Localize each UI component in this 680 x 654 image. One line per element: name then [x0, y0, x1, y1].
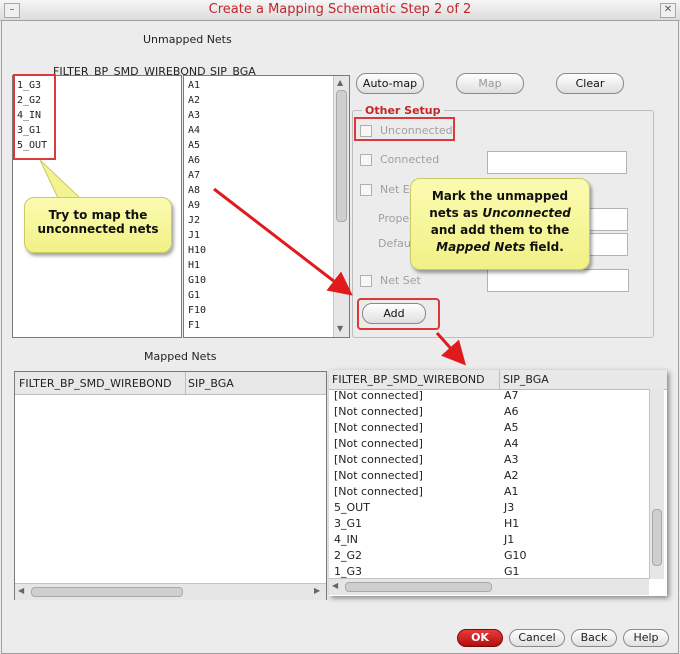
- arrow-to-mapped-list: [435, 332, 466, 366]
- column-header[interactable]: SIP_BGA: [188, 377, 234, 390]
- callout-text: field.: [525, 240, 564, 254]
- mapped-list-zoomed[interactable]: FILTER_BP_SMD_WIREBOND SIP_BGA [Not conn…: [329, 370, 667, 596]
- scroll-thumb[interactable]: [31, 587, 183, 597]
- table-cell[interactable]: [Not connected]: [334, 484, 423, 500]
- table-cell[interactable]: A6: [504, 404, 519, 420]
- table-cell[interactable]: [Not connected]: [334, 420, 423, 436]
- table-cell[interactable]: [Not connected]: [334, 436, 423, 452]
- table-cell[interactable]: A2: [504, 468, 519, 484]
- table-cell[interactable]: A3: [504, 452, 519, 468]
- left-callout-tail: [39, 159, 82, 199]
- callout-text: and add them to the: [430, 223, 570, 237]
- cancel-button[interactable]: Cancel: [509, 629, 565, 647]
- mapped-zoom-vertical-scrollbar[interactable]: [649, 389, 664, 579]
- table-cell[interactable]: [Not connected]: [334, 452, 423, 468]
- table-cell[interactable]: 2_G2: [334, 548, 362, 564]
- table-cell[interactable]: J1: [504, 532, 514, 548]
- scroll-left-icon[interactable]: ◀: [332, 581, 338, 590]
- mapped-list-empty[interactable]: FILTER_BP_SMD_WIREBOND SIP_BGA ◀ ▶: [14, 371, 327, 600]
- arrow-to-add-button: [213, 187, 353, 296]
- back-button[interactable]: Back: [571, 629, 617, 647]
- callout-emphasis: Mapped Nets: [436, 240, 526, 254]
- table-cell[interactable]: [Not connected]: [334, 468, 423, 484]
- mapped-list-header: FILTER_BP_SMD_WIREBOND SIP_BGA: [15, 372, 326, 395]
- table-cell[interactable]: 3_G1: [334, 516, 362, 532]
- column-header[interactable]: FILTER_BP_SMD_WIREBOND: [19, 377, 172, 390]
- column-divider: [499, 370, 500, 389]
- mapped-zoom-horizontal-scrollbar[interactable]: ◀: [329, 578, 649, 595]
- ok-button[interactable]: OK: [457, 629, 503, 647]
- scroll-thumb[interactable]: [652, 509, 662, 566]
- column-header[interactable]: FILTER_BP_SMD_WIREBOND: [332, 373, 485, 386]
- mapped-zoom-header: FILTER_BP_SMD_WIREBOND SIP_BGA: [329, 370, 667, 390]
- mapped-horizontal-scrollbar[interactable]: ◀ ▶: [15, 583, 326, 600]
- table-cell[interactable]: [Not connected]: [334, 388, 423, 404]
- scroll-thumb[interactable]: [345, 582, 492, 592]
- table-cell[interactable]: A1: [504, 484, 519, 500]
- table-cell[interactable]: A4: [504, 436, 519, 452]
- table-cell[interactable]: 4_IN: [334, 532, 358, 548]
- right-callout: Mark the unmapped nets as Unconnected an…: [410, 178, 590, 270]
- table-cell[interactable]: A7: [504, 388, 519, 404]
- table-cell[interactable]: 5_OUT: [334, 500, 370, 516]
- help-button[interactable]: Help: [623, 629, 669, 647]
- mapped-nets-label: Mapped Nets: [144, 350, 217, 363]
- column-divider: [185, 372, 186, 394]
- left-callout: Try to map the unconnected nets: [24, 197, 172, 253]
- scroll-right-icon[interactable]: ▶: [314, 586, 320, 595]
- table-cell[interactable]: J3: [504, 500, 514, 516]
- scroll-left-icon[interactable]: ◀: [18, 586, 24, 595]
- column-header[interactable]: SIP_BGA: [503, 373, 549, 386]
- table-cell[interactable]: [Not connected]: [334, 404, 423, 420]
- table-cell[interactable]: A5: [504, 420, 519, 436]
- table-cell[interactable]: H1: [504, 516, 519, 532]
- table-cell[interactable]: G10: [504, 548, 527, 564]
- callout-emphasis: Unconnected: [482, 206, 571, 220]
